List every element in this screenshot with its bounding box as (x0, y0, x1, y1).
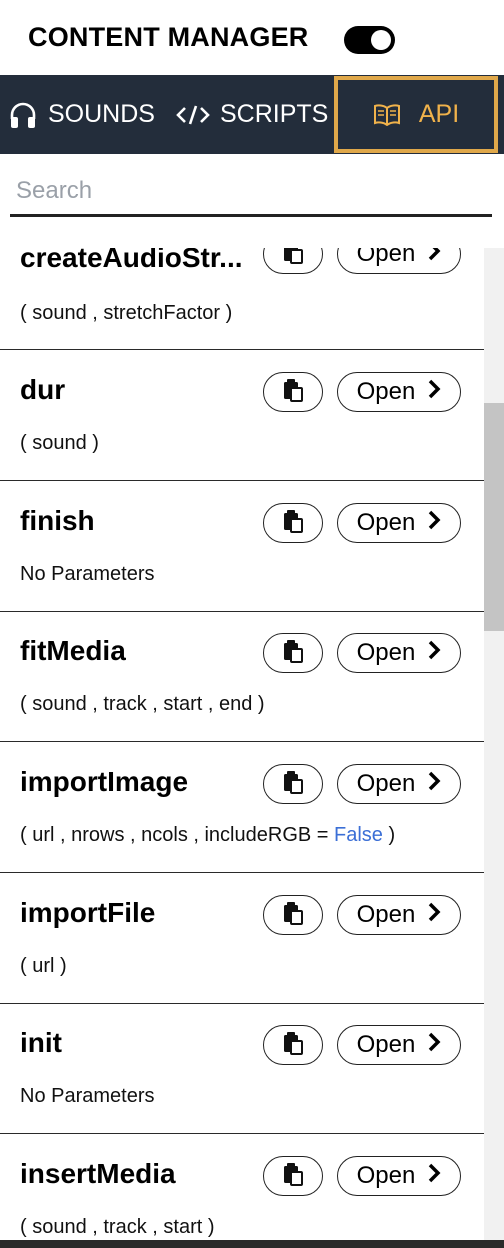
api-function-params: ( sound , track , start ) (20, 1216, 215, 1238)
code-icon (176, 104, 210, 126)
open-button-label: Open (356, 770, 416, 797)
open-button[interactable]: Open (337, 633, 461, 673)
params-default-value: False (334, 824, 383, 846)
open-button-label: Open (356, 378, 416, 405)
chevron-right-icon (427, 639, 441, 668)
list-item: createAudioStr... Open ( sound , stretch… (0, 248, 484, 350)
open-button[interactable]: Open (337, 895, 461, 935)
list-item: importFile Open ( url ) (0, 873, 484, 1004)
panel-bottom-edge (0, 1240, 504, 1248)
search-input[interactable] (10, 167, 492, 217)
chevron-right-icon (427, 248, 441, 269)
open-button-label: Open (356, 509, 416, 536)
open-button-label: Open (356, 248, 416, 267)
api-function-params: ( sound , track , start , end ) (20, 693, 265, 715)
open-button[interactable]: Open (337, 1025, 461, 1065)
clipboard-icon (282, 378, 304, 407)
list-item: finish Open No Parameters (0, 481, 484, 612)
open-button[interactable]: Open (337, 248, 461, 274)
copy-button[interactable] (263, 764, 323, 804)
open-button[interactable]: Open (337, 1156, 461, 1196)
api-function-name: fitMedia (20, 635, 126, 666)
open-button-label: Open (356, 639, 416, 666)
clipboard-icon (282, 901, 304, 930)
chevron-right-icon (427, 901, 441, 930)
list-item: dur Open ( sound ) (0, 350, 484, 481)
list-item: fitMedia Open ( sound , track , start , … (0, 611, 484, 742)
api-function-params: No Parameters (20, 563, 155, 585)
api-function-name: dur (20, 374, 66, 405)
open-button-label: Open (356, 1031, 416, 1058)
clipboard-icon (282, 509, 304, 538)
clipboard-icon (282, 248, 304, 269)
clipboard-icon (282, 770, 304, 799)
tab-sounds[interactable]: SOUNDS (8, 75, 155, 154)
tab-api[interactable]: API (334, 76, 498, 153)
api-function-name: importImage (20, 766, 189, 797)
content-manager-header: CONTENT MANAGER (0, 0, 504, 75)
clipboard-icon (282, 1162, 304, 1191)
copy-button[interactable] (263, 248, 323, 274)
api-function-name: createAudioStr... (20, 248, 243, 273)
list-item: insertMedia Open ( sound , track , start… (0, 1134, 484, 1248)
content-manager-title: CONTENT MANAGER (28, 22, 309, 52)
list-item: importImage Open ( url , nrows , ncols ,… (0, 742, 484, 873)
tab-scripts[interactable]: SCRIPTS (176, 75, 328, 154)
chevron-right-icon (427, 509, 441, 538)
tab-scripts-label: SCRIPTS (220, 100, 329, 128)
open-button-label: Open (356, 901, 416, 928)
api-function-params: ( url ) (20, 955, 67, 977)
chevron-right-icon (427, 1162, 441, 1191)
api-function-name: finish (20, 505, 95, 536)
copy-button[interactable] (263, 1025, 323, 1065)
toggle-knob (371, 30, 391, 50)
api-function-name: init (20, 1027, 62, 1058)
params-suffix: ) (382, 824, 396, 846)
copy-button[interactable] (263, 372, 323, 412)
open-button[interactable]: Open (337, 372, 461, 412)
chevron-right-icon (427, 1031, 441, 1060)
tab-bar: SOUNDS SCRIPTS API (0, 75, 504, 154)
copy-button[interactable] (263, 633, 323, 673)
open-button-label: Open (356, 1162, 416, 1189)
scrollbar[interactable] (484, 248, 504, 1248)
copy-button[interactable] (263, 503, 323, 543)
api-function-params: ( url , nrows , ncols , includeRGB = Fal… (20, 824, 395, 847)
api-list: createAudioStr... Open ( sound , stretch… (0, 248, 484, 1248)
book-open-icon (373, 103, 401, 126)
list-item: init Open No Parameters (0, 1003, 484, 1134)
open-button[interactable]: Open (337, 764, 461, 804)
api-function-name: importFile (20, 897, 156, 928)
clipboard-icon (282, 1031, 304, 1060)
copy-button[interactable] (263, 895, 323, 935)
api-function-params: No Parameters (20, 1085, 155, 1107)
tab-sounds-label: SOUNDS (48, 100, 155, 128)
params-prefix: ( url , nrows , ncols , includeRGB = (20, 824, 335, 846)
open-button[interactable]: Open (337, 503, 461, 543)
api-function-params: ( sound ) (20, 432, 99, 454)
chevron-right-icon (427, 770, 441, 799)
content-manager-toggle[interactable] (344, 26, 395, 54)
api-function-name: insertMedia (20, 1158, 176, 1189)
copy-button[interactable] (263, 1156, 323, 1196)
tab-api-label: API (418, 100, 460, 128)
headphones-icon (8, 101, 38, 129)
api-function-params: ( sound , stretchFactor ) (20, 302, 233, 324)
chevron-right-icon (427, 378, 441, 407)
clipboard-icon (282, 639, 304, 668)
scrollbar-thumb[interactable] (484, 403, 504, 631)
